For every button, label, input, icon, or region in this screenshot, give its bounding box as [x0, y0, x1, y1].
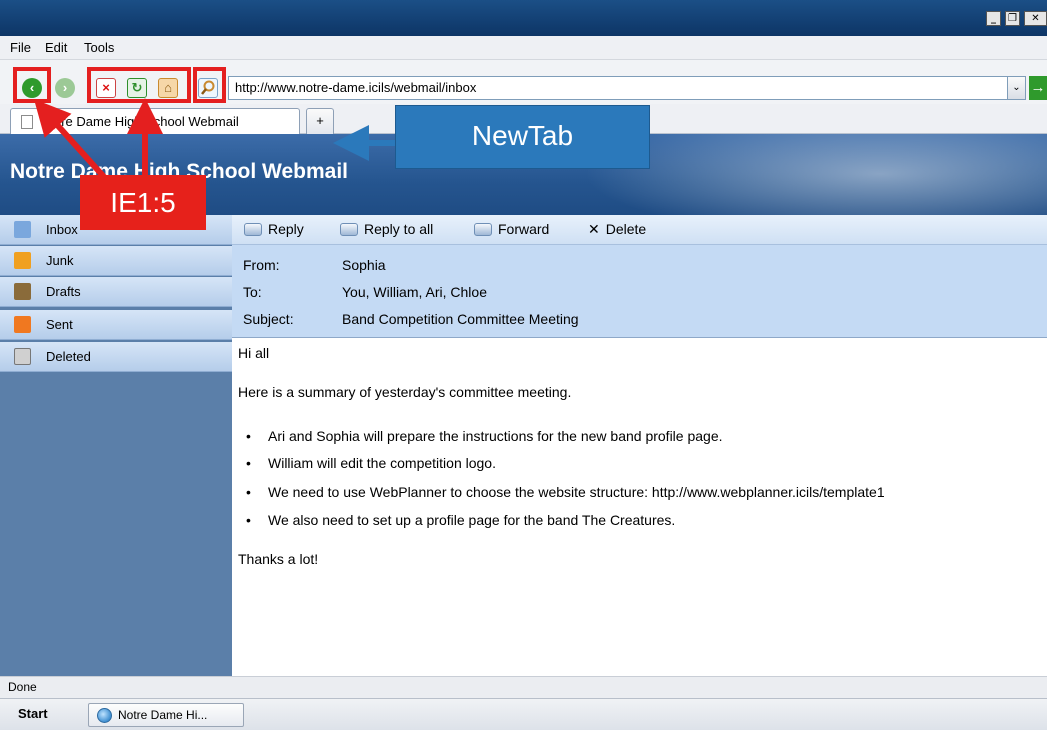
annotation-arrow-back	[33, 99, 108, 181]
annotation-label: IE1:5	[110, 187, 176, 218]
annotation-callout-ie: IE1:5	[80, 175, 206, 230]
annotation-label: NewTab	[471, 120, 574, 151]
annotation-callout-newtab: NewTab	[395, 105, 650, 169]
